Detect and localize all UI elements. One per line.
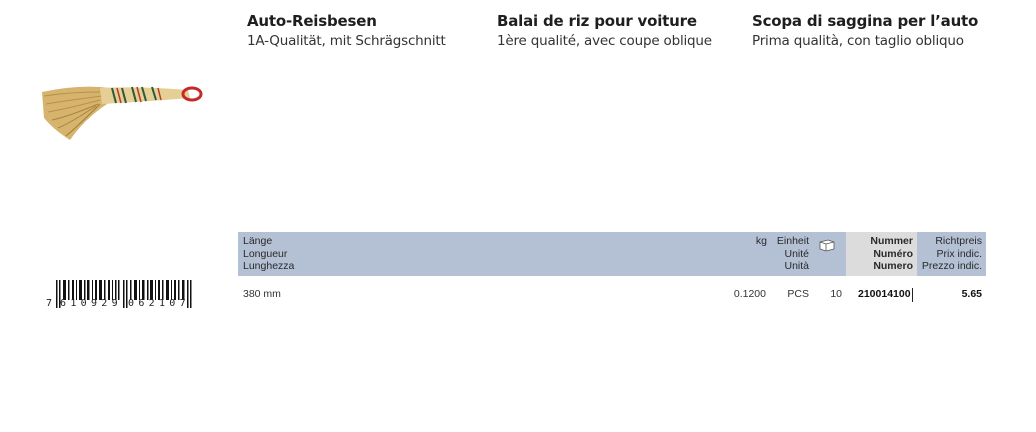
barcode-first-digit: 7: [46, 298, 53, 309]
header-price-it: Prezzo indic.: [921, 260, 982, 272]
product-title-de: Auto-Reisbesen: [247, 12, 377, 30]
header-number-fr: Numéro: [873, 247, 913, 260]
table-row: 380 mm 0.1200 PCS 10 210014100 5.65: [238, 288, 986, 304]
header-price-fr: Prix indic.: [936, 247, 982, 260]
barcode-digits: 7 610929 062107: [46, 298, 206, 309]
header-length: Länge Longueur Lunghezza: [243, 235, 294, 273]
header-number: Nummer Numéro Numero: [846, 232, 917, 276]
barcode-group-1: 610929: [60, 298, 122, 309]
text-cursor: [912, 288, 913, 302]
row-kg: 0.1200: [733, 288, 766, 300]
title-block-it: Scopa di saggina per l’auto Prima qualit…: [752, 12, 978, 49]
product-subtitle-de: 1A-Qualität, mit Schrägschnitt: [247, 33, 446, 49]
product-subtitle-fr: 1ère qualité, avec coupe oblique: [497, 33, 712, 49]
header-length-fr: Longueur: [243, 247, 288, 260]
product-subtitle-it: Prima qualità, con taglio obliquo: [752, 33, 964, 49]
row-price: 5.65: [961, 288, 982, 300]
header-kg: kg: [755, 235, 767, 247]
header-length-de: Länge: [243, 235, 273, 247]
header-unit-it: Unità: [784, 260, 809, 272]
header-unit-de: Einheit: [776, 235, 809, 247]
header-length-it: Lunghezza: [243, 260, 295, 272]
header-unit: Einheit Unité Unità: [771, 235, 809, 273]
header-unit-fr: Unité: [784, 247, 809, 260]
row-length: 380 mm: [243, 288, 281, 300]
header-price-de: Richtpreis: [935, 235, 982, 247]
title-block-fr: Balai de riz pour voiture 1ère qualité, …: [497, 12, 712, 49]
header-number-de: Nummer: [870, 235, 913, 247]
row-article-number[interactable]: 210014100: [858, 288, 911, 300]
product-title-it: Scopa di saggina per l’auto: [752, 12, 979, 30]
row-unit: PCS: [787, 288, 809, 300]
row-pack: 10: [830, 288, 842, 300]
product-title-fr: Balai de riz pour voiture: [497, 12, 697, 30]
header-number-it: Numero: [873, 260, 913, 272]
header-price: Richtpreis Prix indic. Prezzo indic.: [922, 235, 982, 273]
rice-broom-image: [42, 86, 203, 140]
package-icon: [818, 238, 838, 256]
barcode-group-2: 062107: [128, 298, 190, 309]
title-block-de: Auto-Reisbesen 1A-Qualität, mit Schrägsc…: [247, 12, 446, 49]
table-header: Länge Longueur Lunghezza kg Einheit Unit…: [238, 232, 986, 276]
